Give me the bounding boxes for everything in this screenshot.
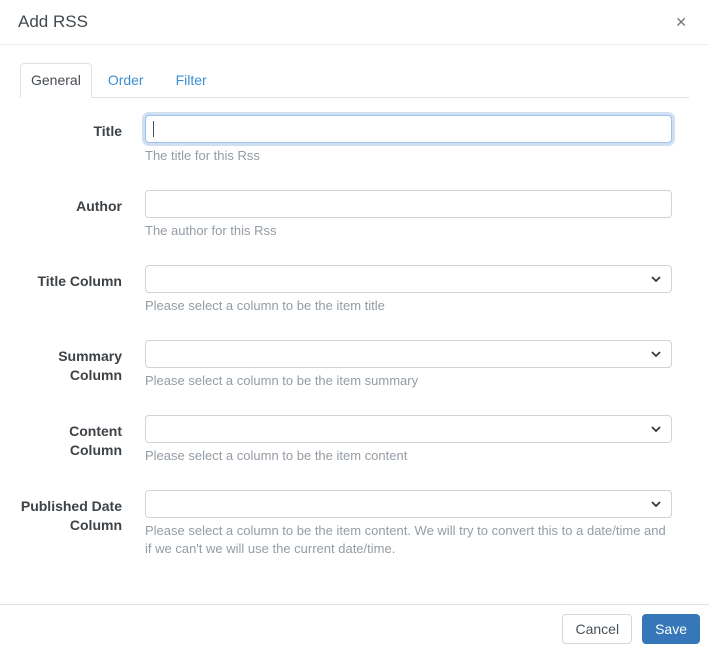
summary-column-label: Summary Column [58,348,122,383]
form-row-summary-column: Summary Column Please select a column to… [20,340,689,390]
add-rss-modal: Add RSS ✕ General Order Filter Title The… [0,0,709,653]
text-cursor [153,121,154,137]
tab-general[interactable]: General [20,63,92,98]
form-row-content-column: Content Column Please select a column to… [20,415,689,465]
summary-column-help-text: Please select a column to be the item su… [145,373,419,388]
cancel-button[interactable]: Cancel [562,614,633,644]
tab-order[interactable]: Order [92,63,160,97]
title-input[interactable] [145,115,672,143]
title-input-wrap [145,115,672,143]
title-column-select[interactable] [145,265,672,293]
author-help-text: The author for this Rss [145,223,277,238]
author-input-wrap [145,190,672,218]
summary-column-select[interactable] [145,340,672,368]
chevron-down-icon [651,501,661,507]
body-bottom-spacer [20,558,689,608]
tab-filter[interactable]: Filter [160,63,223,97]
content-column-help-text: Please select a column to be the item co… [145,448,408,463]
form-row-title-column: Title Column Please select a column to b… [20,265,689,315]
title-field-col: The title for this Rss [145,115,672,165]
author-label: Author [76,198,122,214]
title-column-field-col: Please select a column to be the item ti… [145,265,672,315]
close-icon[interactable]: ✕ [671,11,691,33]
modal-header: Add RSS ✕ [0,0,709,45]
title-label: Title [93,123,122,139]
content-column-field-col: Please select a column to be the item co… [145,415,672,465]
chevron-down-icon [651,276,661,282]
published-date-column-field-col: Please select a column to be the item co… [145,490,672,558]
form-row-author: Author The author for this Rss [20,190,689,240]
modal-body: General Order Filter Title The title for… [0,45,709,608]
chevron-down-icon [651,426,661,432]
general-form: Title The title for this Rss Author The [20,115,689,558]
save-button[interactable]: Save [642,614,700,644]
chevron-down-icon [651,351,661,357]
published-date-column-select[interactable] [145,490,672,518]
summary-column-field-col: Please select a column to be the item su… [145,340,672,390]
published-date-column-label: Published Date Column [20,498,122,533]
author-input[interactable] [145,190,672,218]
published-date-column-help-text: Please select a column to be the item co… [145,523,666,556]
content-column-label: Content Column [69,423,122,458]
form-row-title: Title The title for this Rss [20,115,689,165]
title-column-label: Title Column [37,273,122,289]
title-column-help-text: Please select a column to be the item ti… [145,298,385,313]
content-column-select[interactable] [145,415,672,443]
title-help-text: The title for this Rss [145,148,260,163]
form-row-published-date-column: Published Date Column Please select a co… [20,490,689,558]
modal-footer: Cancel Save [0,604,709,653]
tab-bar: General Order Filter [20,63,689,98]
author-field-col: The author for this Rss [145,190,672,240]
modal-title: Add RSS [18,12,88,31]
